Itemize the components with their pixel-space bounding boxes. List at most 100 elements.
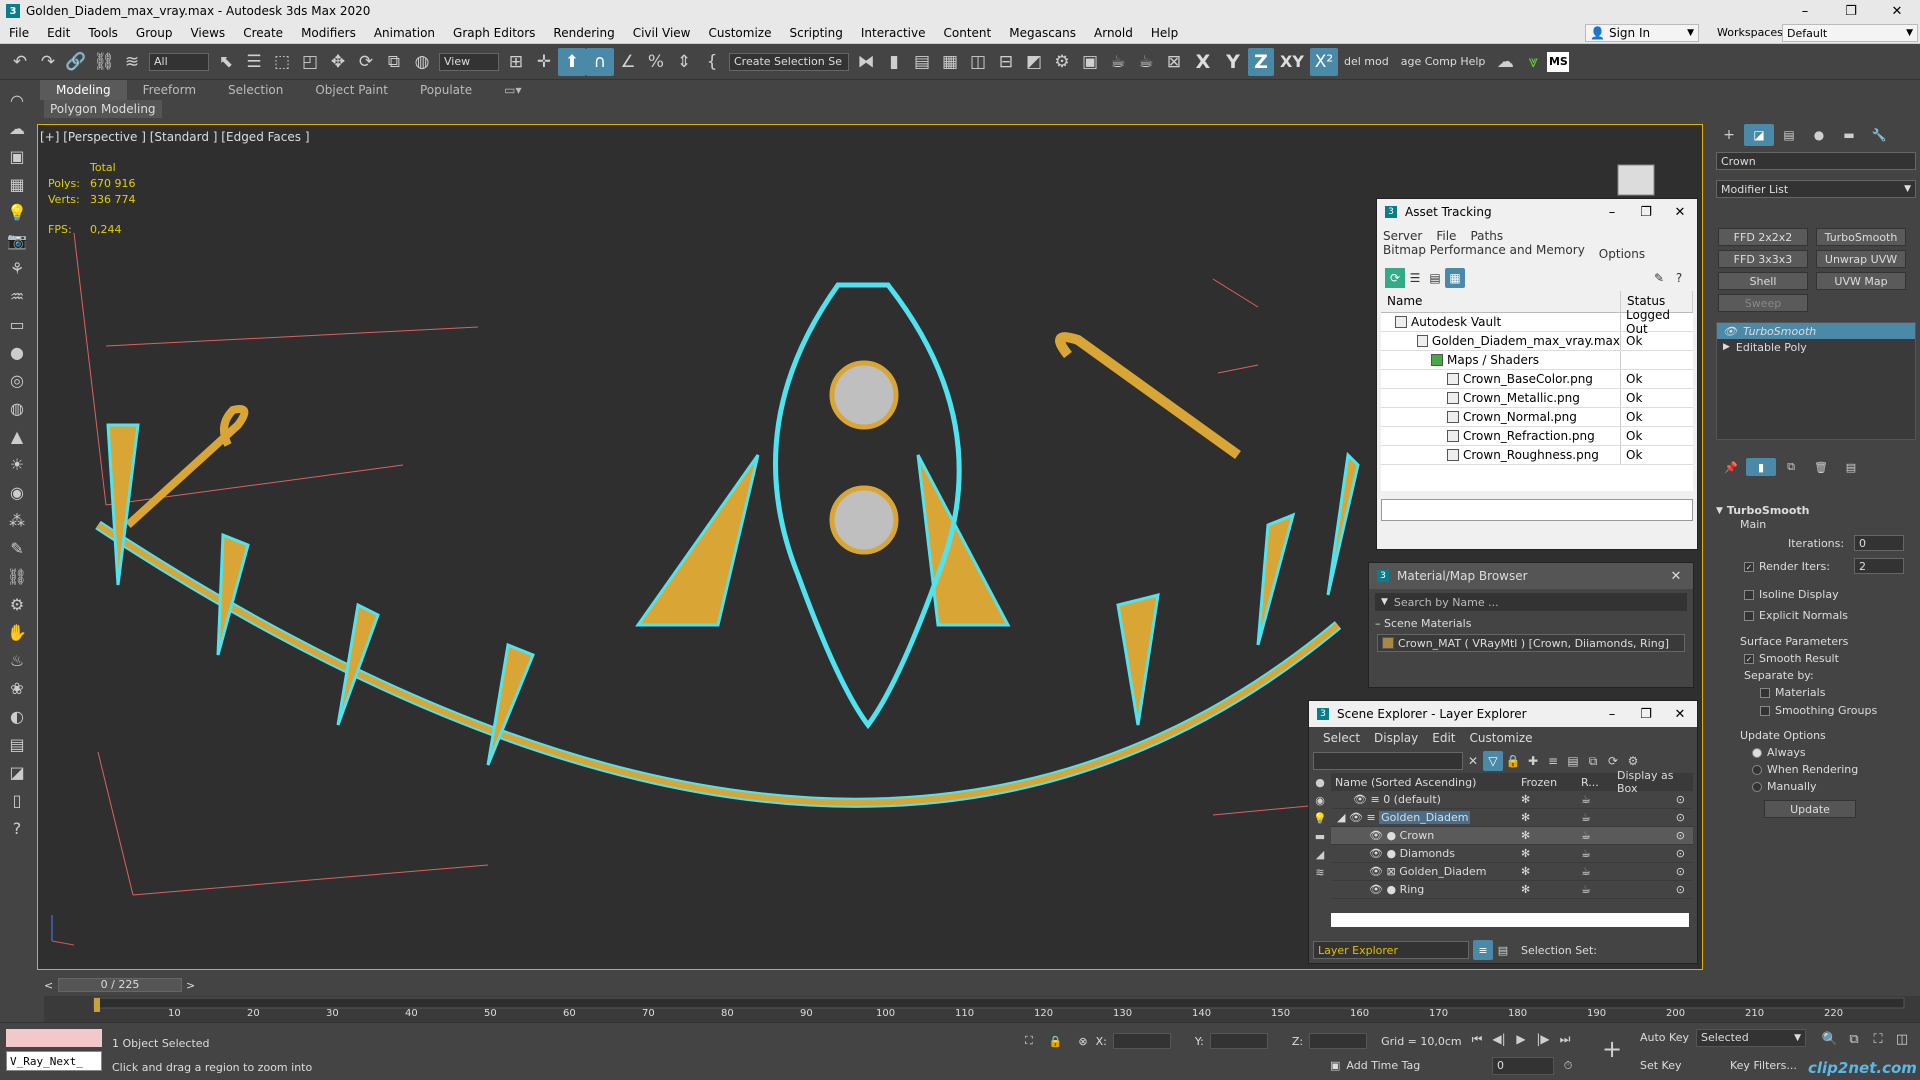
make-unique-icon[interactable]: ⧉ <box>1776 458 1806 476</box>
cone-icon[interactable]: ▲ <box>4 422 30 450</box>
menu-file[interactable]: File <box>0 26 38 40</box>
smooth-result-row[interactable]: ✓ Smooth Result <box>1744 652 1839 665</box>
teapot-icon[interactable]: ☕ <box>1581 793 1617 806</box>
track-bar[interactable]: 10 20 30 40 50 60 70 80 90 100 110 120 1… <box>44 996 1920 1022</box>
sun-icon[interactable]: ☀ <box>4 450 30 478</box>
cloud-icon[interactable]: ☁ <box>1491 48 1519 76</box>
show-end-result-icon[interactable]: ▮ <box>1746 458 1776 476</box>
windows-icon[interactable]: ◪ <box>4 758 30 786</box>
table-row[interactable]: Crown_Roughness.png Ok <box>1381 446 1693 465</box>
minimize-button[interactable]: – <box>1595 701 1629 727</box>
menu-arnold[interactable]: Arnold <box>1085 26 1142 40</box>
schematic-view-icon[interactable]: ⊟ <box>992 48 1020 76</box>
workspace-dropdown[interactable]: Default ▼ <box>1782 24 1918 42</box>
smooth-result-checkbox[interactable]: ✓ <box>1744 653 1754 664</box>
box-icon[interactable]: ⊙ <box>1617 811 1693 824</box>
object-row[interactable]: 👁 ● Diamonds ✻ ☕ ⊙ <box>1331 845 1693 863</box>
add-time-tag[interactable]: ▣ Add Time Tag <box>1330 1059 1420 1072</box>
minimize-button[interactable]: – <box>1782 0 1828 22</box>
previous-frame-icon[interactable]: ◀| <box>1488 1029 1510 1049</box>
menu-options[interactable]: Options <box>1599 247 1645 261</box>
bulb-icon[interactable]: 💡 <box>4 198 30 226</box>
close-button[interactable]: ✕ <box>1874 0 1920 22</box>
maxscript-listener-top[interactable] <box>6 1029 102 1047</box>
object-row[interactable]: 👁 ● Ring ✻ ☕ ⊙ <box>1331 881 1693 899</box>
percent-snap-icon[interactable]: % <box>642 48 670 76</box>
torus-icon[interactable]: ◍ <box>4 394 30 422</box>
time-slider-thumb[interactable]: 0 / 225 <box>58 978 182 992</box>
curve-editor-icon[interactable]: ◫ <box>964 48 992 76</box>
spinner-snap-icon[interactable]: ⇕ <box>670 48 698 76</box>
teapot-icon[interactable]: ☕ <box>1581 829 1617 842</box>
hierarchy-tab-icon[interactable]: ▤ <box>1774 124 1804 146</box>
material-editor-icon[interactable]: ◩ <box>1020 48 1048 76</box>
table-row[interactable]: Crown_Refraction.png Ok <box>1381 427 1693 446</box>
menu-interactive[interactable]: Interactive <box>852 26 935 40</box>
maximize-button[interactable]: ❐ <box>1828 0 1874 22</box>
stack-item-turbosmooth[interactable]: 👁 TurboSmooth <box>1717 323 1915 339</box>
window-crossing-icon[interactable]: ◰ <box>296 48 324 76</box>
expand-icon[interactable]: ◢ <box>1337 811 1345 824</box>
auto-key-button[interactable]: Auto Key <box>1640 1029 1692 1047</box>
teapot-icon[interactable]: ☕ <box>1581 883 1617 896</box>
layer-row[interactable]: 👁 ≡ 0 (default) ✻ ☕ ⊙ <box>1331 791 1693 809</box>
sphere-icon[interactable]: ● <box>4 338 30 366</box>
materials-row[interactable]: Materials <box>1760 686 1825 699</box>
object-row[interactable]: 👁 ● Crown ✻ ☕ ⊙ <box>1331 827 1693 845</box>
utilities-tab-icon[interactable]: 🔧 <box>1864 124 1894 146</box>
fur-icon[interactable]: ❀ <box>4 674 30 702</box>
menu-display[interactable]: Display <box>1374 731 1418 745</box>
link-icon[interactable]: ⛓ <box>4 562 30 590</box>
shape-icon[interactable]: ◠ <box>4 86 30 114</box>
axis-plane-icon[interactable]: X² <box>1310 47 1338 76</box>
teapot-icon[interactable]: ☕ <box>1581 811 1617 824</box>
explicit-normals-row[interactable]: Explicit Normals <box>1744 609 1848 622</box>
gear-icon[interactable]: ⚙ <box>4 590 30 618</box>
display-helpers-icon[interactable]: ◢ <box>1311 845 1329 863</box>
time-slider[interactable]: < 0 / 225 > <box>44 976 200 994</box>
asset-tracking-titlebar[interactable]: 3 Asset Tracking – ❐ ✕ <box>1377 199 1697 225</box>
help-icon[interactable]: ? <box>1669 268 1689 288</box>
redo-icon[interactable]: ↷ <box>34 48 62 76</box>
snaps-toggle-icon[interactable]: ∩ <box>586 47 614 76</box>
teapot-icon[interactable]: ☕ <box>1581 865 1617 878</box>
menu-customize[interactable]: Customize <box>1470 731 1533 745</box>
scene-search-input[interactable] <box>1313 752 1463 770</box>
display-warps-icon[interactable]: ≋ <box>1311 863 1329 881</box>
table-row[interactable]: Golden_Diadem_max_vray.max Ok <box>1381 332 1693 351</box>
box-icon[interactable]: ⊙ <box>1617 865 1693 878</box>
pivot-icon[interactable]: ⊞ <box>502 48 530 76</box>
undo-icon[interactable]: ↶ <box>6 48 34 76</box>
horizontal-scrollbar[interactable] <box>1331 913 1689 927</box>
scene-materials-section[interactable]: – Scene Materials <box>1375 617 1687 630</box>
ribbon-subtitle[interactable]: Polygon Modeling <box>44 100 162 118</box>
thumbnail-icon[interactable]: ▤ <box>1425 268 1445 288</box>
align-icon[interactable]: ▮ <box>880 48 908 76</box>
hand-icon[interactable]: ✋ <box>4 618 30 646</box>
modify-tab-icon[interactable]: ◪ <box>1744 124 1774 146</box>
material-search[interactable]: ▼ Search by Name ... <box>1375 593 1687 611</box>
menu-modifiers[interactable]: Modifiers <box>292 26 365 40</box>
snowflake-icon[interactable]: ✻ <box>1521 811 1581 824</box>
mirror-icon[interactable]: ⧓ <box>852 48 880 76</box>
minimize-button[interactable]: – <box>1595 199 1629 225</box>
tab-object-paint[interactable]: Object Paint <box>299 80 404 100</box>
menu-select[interactable]: Select <box>1323 731 1360 745</box>
table-icon[interactable]: ▦ <box>1445 268 1465 288</box>
go-to-end-icon[interactable]: ⏭ <box>1554 1029 1576 1049</box>
unwrap-uvw-button[interactable]: Unwrap UVW <box>1816 250 1906 268</box>
expand-icon[interactable]: ▶ <box>1723 342 1730 352</box>
layer-tools-icon[interactable]: ▤ <box>1563 751 1583 771</box>
menu-customize[interactable]: Customize <box>699 26 780 40</box>
when-rendering-row[interactable]: When Rendering <box>1752 763 1858 776</box>
sweep-button[interactable]: Sweep <box>1718 294 1808 312</box>
smoothing-groups-row[interactable]: Smoothing Groups <box>1760 704 1877 717</box>
render-active-icon[interactable]: ⊠ <box>1160 48 1188 76</box>
modifier-list-dropdown[interactable]: Modifier List ▼ <box>1716 180 1916 198</box>
menu-file[interactable]: File <box>1436 229 1456 243</box>
maxscript-icon[interactable]: MS <box>1547 51 1570 72</box>
tab-selection[interactable]: Selection <box>212 80 299 100</box>
table-row[interactable]: Crown_Normal.png Ok <box>1381 408 1693 427</box>
tab-modeling[interactable]: Modeling <box>40 80 127 100</box>
eye-icon[interactable]: 👁 <box>1353 793 1367 806</box>
